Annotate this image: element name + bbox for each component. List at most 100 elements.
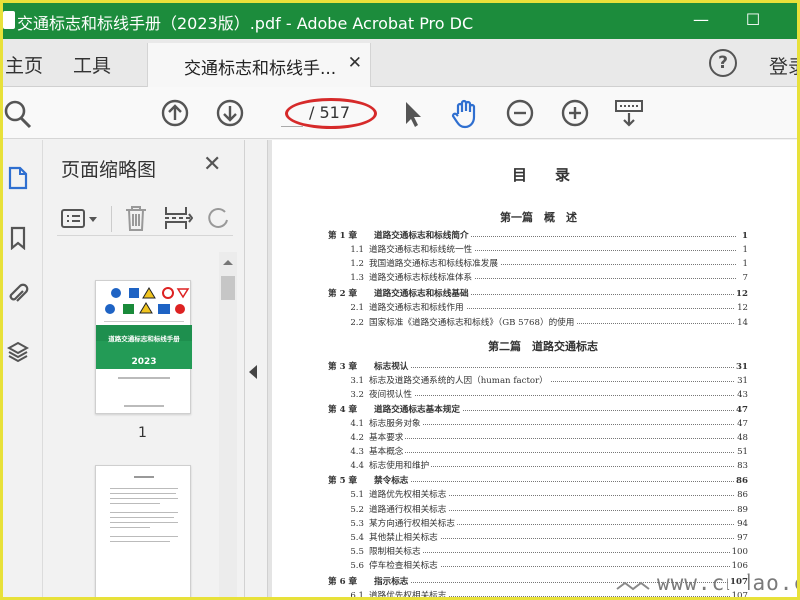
toc-row-title: 标志使用和维护: [369, 459, 432, 473]
toc-row[interactable]: 3.1 标志及道路交通系统的人因（human factor） 31: [336, 374, 748, 388]
delete-page-icon[interactable]: [123, 204, 149, 232]
toc-leader-dots: [369, 395, 736, 396]
toc-row-title: 我国道路交通标志和标线标准发展: [369, 257, 500, 271]
toc-row[interactable]: 第 5 章 禁令标志 86: [328, 474, 748, 488]
scrollbar-thumb[interactable]: [221, 276, 235, 300]
maximize-button[interactable]: ☐: [741, 7, 765, 33]
toc-row-page: 94: [735, 517, 748, 531]
thumbnail-scrollbar[interactable]: [219, 252, 237, 597]
scroll-up-icon[interactable]: [222, 258, 234, 266]
search-icon[interactable]: [3, 97, 35, 129]
login-button[interactable]: 登录: [769, 52, 797, 79]
toc-row-number: 4.2: [350, 433, 364, 443]
toc-row-number: 第 6 章: [328, 577, 358, 587]
previous-page-icon[interactable]: [159, 97, 191, 129]
toc-row-page: 51: [735, 445, 748, 459]
toc-row[interactable]: 5.4 其他禁止相关标志 97: [336, 531, 748, 545]
toc-row-number: 4.1: [350, 419, 364, 429]
collapse-panel-icon[interactable]: [249, 365, 257, 379]
zoom-out-icon[interactable]: [504, 97, 536, 129]
toc-row-page: 1: [740, 257, 748, 271]
cover-year: 2023: [131, 357, 156, 367]
toc-row-number: 3.2: [350, 390, 364, 400]
page-thumbnail-1[interactable]: 道路交通标志和标线手册 2023: [95, 280, 192, 414]
toc-row-number: 5.6: [350, 561, 364, 571]
acrobat-app-icon: [3, 11, 15, 29]
toc-row-page: 106: [729, 559, 748, 573]
toc-row[interactable]: 1.3 道路交通标志标线标准体系 7: [336, 271, 748, 285]
toc-row-page: 86: [735, 488, 748, 502]
toc-row-page: 43: [735, 388, 748, 402]
toc-row-number: 3.1: [350, 376, 364, 386]
toc-row[interactable]: 4.2 基本要求 48: [336, 431, 748, 445]
toc-row-title: 道路交通标志和标线基础: [374, 287, 471, 301]
toc-row[interactable]: 1.2 我国道路交通标志和标线标准发展 1: [336, 257, 748, 271]
toc-row[interactable]: 第 2 章 道路交通标志和标线基础 12: [328, 287, 748, 301]
toc-row[interactable]: 5.5 限制相关标志 100: [336, 545, 748, 559]
hand-tool-icon[interactable]: [449, 97, 481, 129]
close-tab-icon[interactable]: ✕: [348, 53, 362, 73]
toc-row-title: 标志服务对象: [369, 417, 423, 431]
toc-leader-dots: [369, 424, 736, 425]
toc-row-title: 道路优先权相关标志: [369, 589, 449, 597]
toc-row[interactable]: 第 1 章 道路交通标志和标线简介 1: [328, 229, 748, 243]
zoom-in-icon[interactable]: [559, 97, 591, 129]
toc-row-title: 道路交通标志和标线统一性: [369, 243, 475, 257]
toc-row-number: 第 3 章: [328, 362, 358, 372]
toc-row[interactable]: 2.2 国家标准《道路交通标志和标线》（GB 5768）的使用 14: [336, 316, 748, 330]
toolbar: / 517: [3, 87, 797, 139]
toc-row[interactable]: 4.1 标志服务对象 47: [336, 417, 748, 431]
toc-row[interactable]: 1.1 道路交通标志和标线统一性 1: [336, 243, 748, 257]
tab-home[interactable]: 主页: [5, 51, 43, 78]
toc-row[interactable]: 5.3 某方向通行权相关标志 94: [336, 517, 748, 531]
toc-row-number: 第 1 章: [328, 231, 358, 241]
toc-row[interactable]: 4.4 标志使用和维护 83: [336, 459, 748, 473]
bookmarks-icon[interactable]: [7, 226, 29, 250]
toc-row-title: 道路通行权相关标志: [369, 503, 449, 517]
next-page-icon[interactable]: [214, 97, 246, 129]
thumbnail-options-icon[interactable]: [61, 208, 99, 230]
extract-pages-icon[interactable]: [163, 204, 193, 232]
toc-row-page: 86: [734, 474, 748, 488]
toc-row-number: 2.2: [350, 318, 364, 328]
toc-row-title: 禁令标志: [374, 474, 411, 488]
toc-row-page: 14: [735, 316, 748, 330]
page-thumbnails-icon[interactable]: [7, 166, 29, 190]
layers-icon[interactable]: [7, 340, 29, 364]
part-heading-2: 第二篇 道路交通标志: [488, 340, 598, 353]
toc-row[interactable]: 5.1 道路优先权相关标志 86: [336, 488, 748, 502]
toc-row-number: 5.3: [350, 519, 364, 529]
keyboard-scroll-icon[interactable]: [613, 97, 645, 129]
toc-row[interactable]: 2.1 道路交通标志和标线作用 12: [336, 301, 748, 315]
toc-row-page: 100: [729, 545, 748, 559]
tab-document[interactable]: 交通标志和标线手... ✕: [147, 43, 371, 87]
toc-row-number: 第 4 章: [328, 405, 358, 415]
rotate-page-icon[interactable]: [207, 206, 231, 230]
toc-row-page: 47: [735, 417, 748, 431]
tab-tools[interactable]: 工具: [73, 51, 111, 78]
toc-row-number: 4.3: [350, 447, 364, 457]
annotation-ring: [285, 98, 377, 129]
document-page: 目录 第一篇 概 述 第二篇 道路交通标志 第 1 章道路交通标志和标线简介 1 1…: [272, 140, 797, 600]
toc-row-page: 12: [735, 301, 748, 315]
attachments-icon[interactable]: [7, 282, 29, 306]
toc-row-page: 83: [735, 459, 748, 473]
toc-row[interactable]: 第 3 章 标志视认 31: [328, 360, 748, 374]
toc-row[interactable]: 4.3 基本概念 51: [336, 445, 748, 459]
page-thumbnail-2[interactable]: [95, 465, 191, 597]
select-cursor-icon[interactable]: [397, 97, 429, 129]
document-tab-label: 交通标志和标线手...: [184, 59, 337, 79]
help-icon[interactable]: ?: [709, 49, 737, 77]
toc-row-number: 5.4: [350, 533, 364, 543]
toc-row-number: 6.1: [350, 591, 364, 600]
minimize-button[interactable]: —: [689, 7, 713, 33]
toc-leader-dots: [369, 452, 736, 453]
toc-row-title: 国家标准《道路交通标志和标线》（GB 5768）的使用: [369, 316, 577, 330]
toc-row[interactable]: 5.2 道路通行权相关标志 89: [336, 503, 748, 517]
toc-row-page: 31: [735, 374, 748, 388]
toc-row-title: 基本要求: [369, 431, 406, 445]
toc-row[interactable]: 第 4 章 道路交通标志基本规定 47: [328, 403, 748, 417]
toc-row[interactable]: 3.2 夜间视认性 43: [336, 388, 748, 402]
toc-row-title: 限制相关标志: [369, 545, 423, 559]
close-panel-icon[interactable]: ✕: [203, 152, 221, 177]
